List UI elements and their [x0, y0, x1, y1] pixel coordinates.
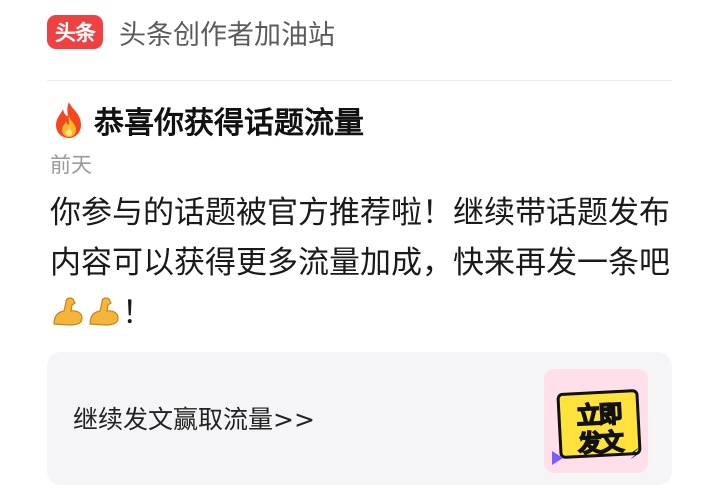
flexed-biceps-icon [89, 297, 119, 326]
message-body-suffix: ！ [122, 295, 153, 331]
divider [47, 80, 672, 81]
message-title-row: 恭喜你获得话题流量 [50, 98, 364, 142]
promo-line-2: 发文 [577, 427, 624, 459]
app-title: 头条创作者加油站 [119, 19, 335, 51]
toutiao-logo: 头条 [47, 15, 103, 49]
flexed-biceps-icon [53, 297, 83, 326]
promo-card[interactable]: 继续发文赢取流量>> 立即 发文 ⚡ [47, 352, 672, 485]
message-time: 前天 [50, 153, 92, 177]
play-icon [552, 451, 563, 465]
message-body: 你参与的话题被官方推荐啦！继续带话题发布内容可以获得更多流量加成，快来再发一条吧… [50, 188, 670, 338]
app-header: 头条 头条创作者加油站 [47, 12, 335, 52]
message-body-text: 你参与的话题被官方推荐啦！继续带话题发布内容可以获得更多流量加成，快来再发一条吧 [50, 195, 670, 281]
continue-posting-link[interactable]: 继续发文赢取流量>> [73, 400, 315, 436]
message-title: 恭喜你获得话题流量 [94, 106, 364, 141]
post-now-thumbnail[interactable]: 立即 发文 ⚡ [544, 369, 648, 473]
fire-icon [56, 102, 81, 138]
lightning-icon: ⚡ [629, 444, 641, 463]
